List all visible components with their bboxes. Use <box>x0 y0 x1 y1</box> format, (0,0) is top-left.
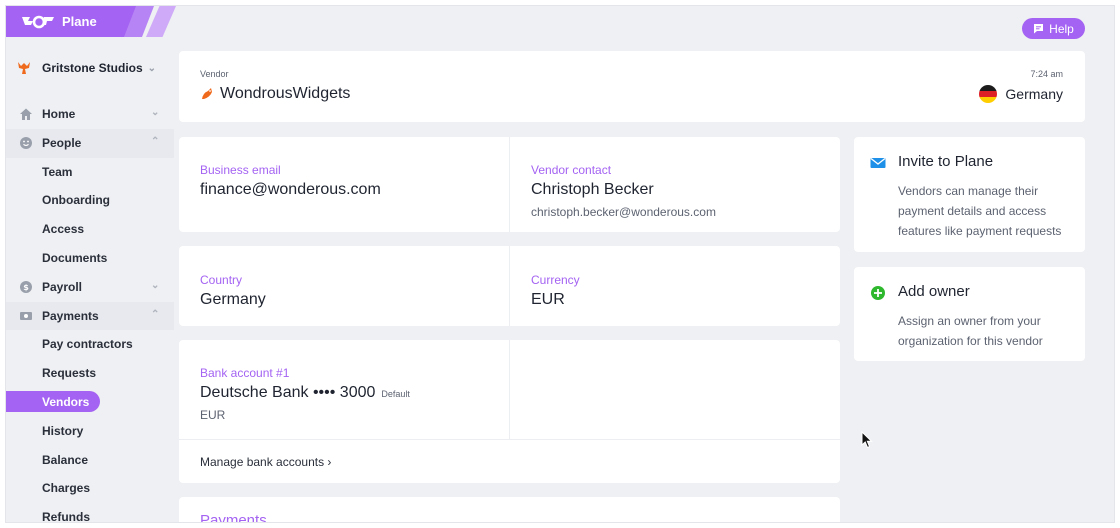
sidebar-item-label: Pay contractors <box>42 337 133 352</box>
banknote-icon <box>20 311 32 320</box>
business-email-value: finance@wonderous.com <box>200 181 381 198</box>
germany-flag-icon <box>979 85 998 103</box>
chevron-up-icon: ⌃ <box>151 135 160 147</box>
vendor-local-time: 7:24 am <box>1030 69 1063 79</box>
sidebar-item-pay-contractors[interactable]: Pay contractors <box>6 330 174 359</box>
org-logo-icon <box>18 62 30 74</box>
bank-account-name: Deutsche Bank •••• 3000 Default <box>200 384 410 402</box>
country-section: Country Germany <box>179 246 510 326</box>
bank-account-card: Bank account #1 Deutsche Bank •••• 3000 D… <box>179 340 840 483</box>
sidebar-item-label: Refunds <box>42 510 90 522</box>
vendor-logo-icon <box>202 88 212 99</box>
mouse-cursor-icon <box>861 431 873 449</box>
sidebar-item-documents[interactable]: Documents <box>6 244 174 273</box>
sidebar-item-requests[interactable]: Requests <box>6 359 174 388</box>
country-label: Country <box>200 273 243 287</box>
country-value: Germany <box>200 291 266 308</box>
manage-bank-accounts-link[interactable]: Manage bank accounts › <box>200 455 331 469</box>
vendor-contact-name: Christoph Becker <box>531 181 654 198</box>
invite-title: Invite to Plane <box>898 153 994 170</box>
sidebar-item-label: Team <box>42 164 73 179</box>
currency-section: Currency EUR <box>510 246 840 326</box>
sidebar-item-label: Requests <box>42 366 97 381</box>
contact-details-card: Business email finance@wonderous.com Ven… <box>179 137 840 232</box>
help-button[interactable]: Help <box>1022 18 1085 39</box>
org-switcher[interactable]: Gritstone Studios ⌄ <box>16 58 156 78</box>
vendor-country: Germany <box>979 85 1063 103</box>
sidebar-item-label: Vendors <box>42 394 90 409</box>
sidebar-item-team[interactable]: Team <box>6 158 174 187</box>
bank-account-currency: EUR <box>200 408 226 422</box>
app-window: Plane Gritstone Studios ⌄ Home ⌄ People … <box>6 6 1114 522</box>
business-email-label: Business email <box>200 163 281 177</box>
invite-description: Vendors can manage their payment details… <box>898 184 1062 238</box>
sidebar-item-payments[interactable]: Payments ⌃ <box>6 301 174 331</box>
sidebar-item-people[interactable]: People ⌃ <box>6 128 174 158</box>
bank-account-label: Bank account #1 <box>200 366 290 380</box>
default-badge: Default <box>381 389 410 399</box>
svg-text:$: $ <box>23 283 29 292</box>
sidebar-item-label: History <box>42 423 84 438</box>
plane-logo-icon <box>22 15 54 29</box>
plus-circle-icon <box>871 286 885 300</box>
vendor-name: WondrousWidgets <box>200 85 350 103</box>
sidebar-item-label: Access <box>42 222 85 237</box>
sidebar-item-home[interactable]: Home ⌄ <box>6 100 174 129</box>
sidebar-item-label: Charges <box>42 481 91 496</box>
vendor-contact-section: Vendor contact Christoph Becker christop… <box>510 137 840 232</box>
home-icon <box>20 108 32 120</box>
sidebar-item-refunds[interactable]: Refunds <box>6 503 174 522</box>
currency-label: Currency <box>531 273 580 287</box>
sidebar-item-balance[interactable]: Balance <box>6 446 174 475</box>
vendor-contact-email: christoph.becker@wonderous.com <box>531 205 716 219</box>
payments-title: Payments <box>200 512 267 522</box>
chevron-down-icon: ⌄ <box>151 107 160 118</box>
sidebar-item-payroll[interactable]: $ Payroll ⌄ <box>6 273 174 302</box>
sidebar-item-label: Payroll <box>42 279 83 294</box>
chevron-down-icon: ⌄ <box>147 62 157 74</box>
sidebar-item-history[interactable]: History <box>6 417 174 446</box>
vendor-header-card: Vendor WondrousWidgets 7:24 am Germany <box>179 51 1085 122</box>
bank-account-details: Bank account #1 Deutsche Bank •••• 3000 D… <box>179 340 510 439</box>
vendor-contact-label: Vendor contact <box>531 163 612 177</box>
sidebar-item-onboarding[interactable]: Onboarding <box>6 186 174 215</box>
sidebar-item-label: Documents <box>42 250 108 265</box>
currency-value: EUR <box>531 291 565 308</box>
invite-card[interactable]: Invite to Plane Vendors can manage their… <box>854 137 1085 252</box>
chevron-up-icon: ⌃ <box>151 308 160 320</box>
mail-icon <box>870 157 886 168</box>
chat-icon <box>1034 24 1044 34</box>
sidebar-item-label: Payments <box>42 308 99 323</box>
vendor-name-text: WondrousWidgets <box>220 85 351 102</box>
bank-account-section: Bank account #1 Deutsche Bank •••• 3000 D… <box>179 340 840 440</box>
add-owner-card[interactable]: Add owner Assign an owner from your orga… <box>854 267 1085 361</box>
dollar-coin-icon: $ <box>20 280 32 293</box>
vendor-label: Vendor <box>200 69 229 79</box>
sidebar-item-label: Onboarding <box>42 193 110 208</box>
add-owner-title: Add owner <box>898 283 970 300</box>
chevron-down-icon: ⌄ <box>151 279 160 291</box>
location-details-card: Country Germany Currency EUR <box>179 246 840 326</box>
vendor-country-text: Germany <box>1005 86 1063 102</box>
help-label: Help <box>1049 21 1074 36</box>
sidebar-item-label: Home <box>42 107 76 121</box>
sidebar-item-vendors[interactable]: Vendors <box>6 388 174 417</box>
add-owner-description: Assign an owner from your organization f… <box>898 314 1043 348</box>
bank-account-number: Deutsche Bank •••• 3000 <box>200 384 376 401</box>
sidebar-item-charges[interactable]: Charges <box>6 474 174 503</box>
sidebar-item-access[interactable]: Access <box>6 215 174 244</box>
sidebar-nav: Home ⌄ People ⌃ Team Onboarding Access D… <box>6 100 174 522</box>
org-name: Gritstone Studios <box>42 61 143 75</box>
sidebar-item-label: Balance <box>42 452 89 467</box>
sidebar: Plane Gritstone Studios ⌄ Home ⌄ People … <box>6 6 176 522</box>
business-email-section: Business email finance@wonderous.com <box>179 137 510 232</box>
smile-icon <box>20 136 32 149</box>
app-name: Plane <box>62 14 97 29</box>
sidebar-item-label: People <box>42 135 82 150</box>
payments-card: Payments <box>179 497 840 522</box>
